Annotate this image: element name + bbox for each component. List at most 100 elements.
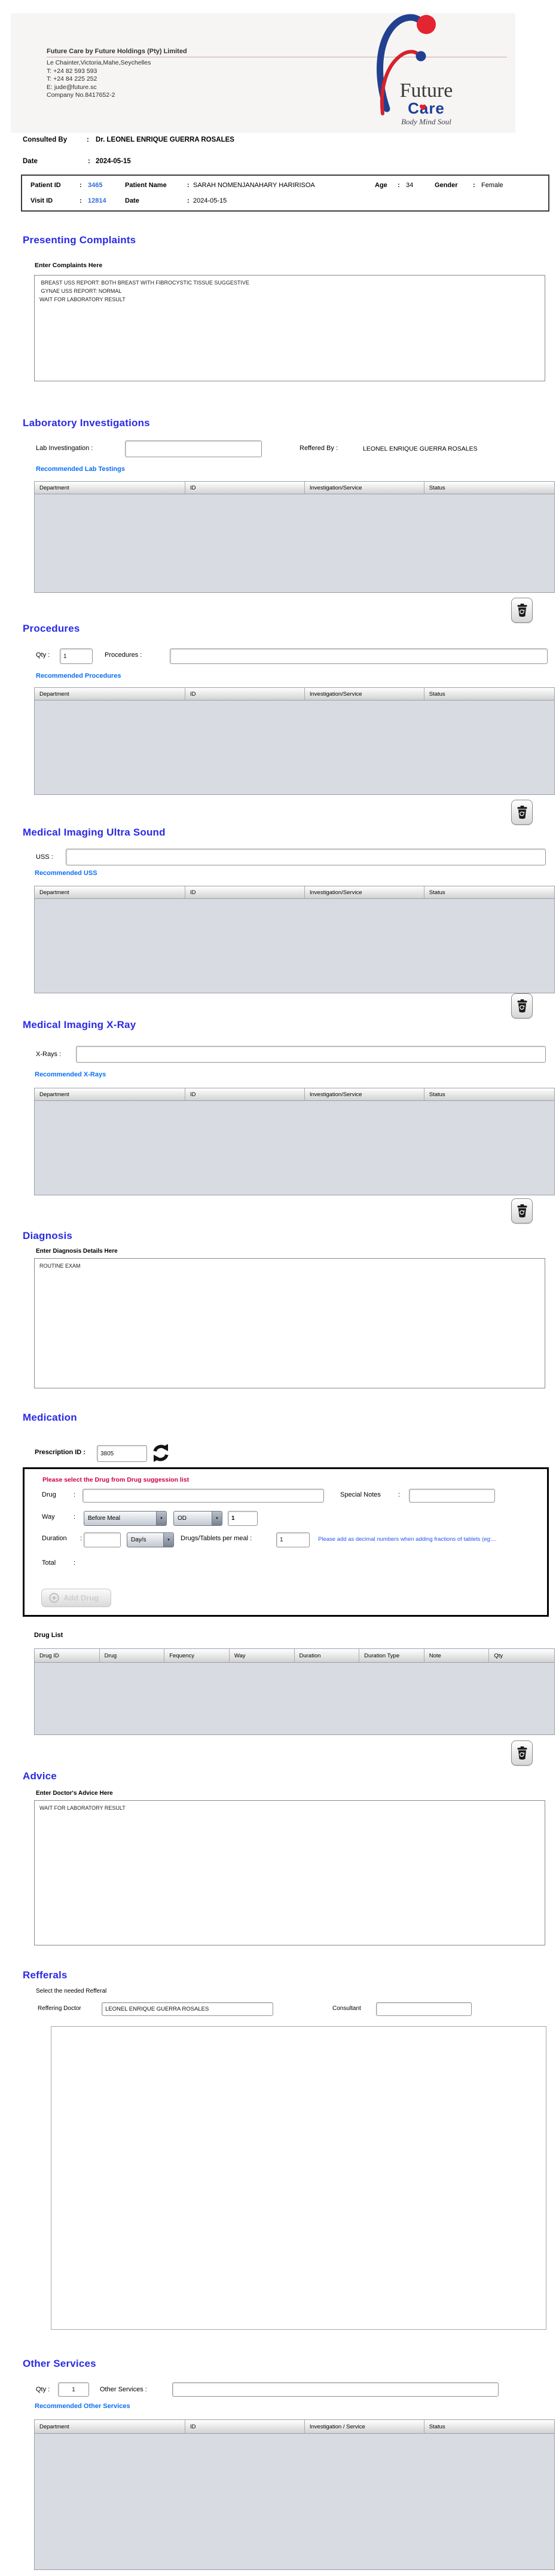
plus-circle-icon	[49, 1593, 59, 1603]
recommended-procedures-link[interactable]: Recommended Procedures	[36, 672, 121, 680]
procedures-qty-input[interactable]	[60, 648, 93, 664]
refresh-prescription-button[interactable]	[151, 1443, 172, 1464]
patient-id-label: Patient ID	[30, 182, 61, 189]
visit-date-label: Date	[125, 197, 139, 204]
diagnosis-textarea[interactable]: ROUTINE EXAM	[34, 1258, 545, 1388]
uss-table-header: Department ID Investigation/Service Stat…	[35, 886, 554, 899]
referral-listbox[interactable]	[51, 2026, 546, 2330]
column-header: Fequency	[164, 1649, 230, 1662]
duration-label: Duration	[42, 1535, 67, 1542]
frequency-dropdown[interactable]: OD ▼	[173, 1511, 222, 1526]
other-services-input[interactable]	[172, 2382, 499, 2397]
recommended-uss-link[interactable]: Recommended USS	[35, 870, 97, 877]
visit-id-colon: :	[80, 197, 82, 204]
patient-name-value: SARAH NOMENJANAHARY HARIRISOA	[193, 182, 315, 189]
chevron-down-icon: ▼	[212, 1512, 222, 1525]
column-header: Department	[35, 1088, 185, 1100]
xray-table-body	[35, 1101, 554, 1195]
prescription-id-input[interactable]	[97, 1445, 147, 1462]
recommended-xrays-link[interactable]: Recommended X-Rays	[35, 1071, 106, 1078]
xray-table: Department ID Investigation/Service Stat…	[34, 1088, 555, 1195]
column-header: Investigation/Service	[305, 886, 424, 898]
complaints-textarea[interactable]: BREAST USS REPORT: BOTH BREAST WITH FIBR…	[34, 275, 545, 381]
column-header: Status	[424, 688, 554, 700]
recommended-lab-testings-link[interactable]: Recommended Lab Testings	[36, 466, 125, 473]
visit-date-colon: :	[187, 197, 190, 204]
trash-icon	[517, 1746, 527, 1760]
lab-table: Department ID Investigation/Service Stat…	[34, 481, 555, 593]
patient-id-value: 3465	[88, 182, 102, 189]
duration-input[interactable]	[84, 1532, 121, 1547]
drug-list-table-header: Drug ID Drug Fequency Way Duration Durat…	[35, 1649, 554, 1663]
procedures-qty-label: Qty :	[36, 651, 50, 659]
duration-unit-dropdown[interactable]: Day/s ▼	[127, 1532, 174, 1547]
age-colon: :	[398, 182, 400, 189]
procedures-table: Department ID Investigation/Service Stat…	[34, 687, 555, 795]
drug-list-table: Drug ID Drug Fequency Way Duration Durat…	[34, 1648, 555, 1735]
referring-doctor-input[interactable]	[102, 2002, 273, 2016]
section-title-uss: Medical Imaging Ultra Sound	[23, 827, 166, 839]
frequency-qty-input[interactable]	[228, 1511, 258, 1526]
gender-value: Female	[481, 182, 503, 189]
column-header: Note	[424, 1649, 490, 1662]
column-header: ID	[185, 482, 305, 494]
consulted-by-label: Consulted By	[23, 136, 67, 143]
add-drug-label: Add Drug	[63, 1593, 99, 1602]
other-services-label: Other Services :	[100, 2386, 147, 2393]
referrals-subtitle: Select the needed Refferal	[36, 1988, 106, 1994]
section-title-xray: Medical Imaging X-Ray	[23, 1019, 136, 1031]
column-header: ID	[185, 886, 305, 898]
way-dropdown[interactable]: Before Meal ▼	[84, 1511, 167, 1526]
total-label: Total	[42, 1559, 56, 1567]
consultant-input[interactable]	[376, 2002, 472, 2016]
recommended-other-services-link[interactable]: Recommended Other Services	[35, 2403, 130, 2410]
drug-list-label: Drug List	[34, 1632, 63, 1639]
special-notes-input[interactable]	[409, 1489, 495, 1503]
column-header: Drug	[100, 1649, 165, 1662]
column-header: Status	[424, 1088, 554, 1100]
clear-xray-table-button[interactable]	[511, 1198, 533, 1223]
special-notes-label: Special Notes	[340, 1491, 381, 1498]
visit-date-value: 2024-05-15	[193, 197, 227, 204]
consulted-by-value: Dr. LEONEL ENRIQUE GUERRA ROSALES	[96, 136, 234, 143]
column-header: Status	[424, 482, 554, 494]
clear-procedures-table-button[interactable]	[511, 800, 533, 825]
drug-input[interactable]	[83, 1489, 324, 1503]
clear-lab-table-button[interactable]	[511, 598, 533, 623]
consultation-page: Future Care by Future Holdings (Pty) Lim…	[0, 0, 556, 2576]
uss-input[interactable]	[66, 849, 546, 865]
patient-name-label: Patient Name	[125, 182, 167, 189]
uss-table-body	[35, 899, 554, 993]
visit-id-value: 12814	[88, 197, 106, 204]
column-header: Duration Type	[359, 1649, 424, 1662]
uss-table: Department ID Investigation/Service Stat…	[34, 886, 555, 993]
duration-colon: :	[80, 1535, 82, 1542]
medication-entry-box: Please select the Drug from Drug suggess…	[23, 1467, 549, 1617]
add-drug-button[interactable]: Add Drug	[41, 1589, 111, 1607]
age-value: 34	[406, 182, 413, 189]
procedures-input[interactable]	[170, 648, 548, 664]
other-qty-input[interactable]	[58, 2382, 89, 2397]
diagnosis-label: Enter Diagnosis Details Here	[36, 1248, 118, 1255]
clear-drug-list-button[interactable]	[511, 1740, 533, 1766]
lab-investigation-input[interactable]	[125, 440, 262, 457]
procedures-label: Procedures :	[105, 651, 142, 659]
total-colon: :	[74, 1559, 75, 1567]
column-header: Investigation/Service	[305, 1088, 424, 1100]
way-dropdown-value: Before Meal	[84, 1512, 156, 1525]
uss-label: USS :	[36, 853, 53, 861]
complaints-label: Enter Complaints Here	[35, 262, 102, 269]
section-title-diagnosis: Diagnosis	[23, 1230, 72, 1242]
xray-input[interactable]	[76, 1046, 546, 1063]
visit-id-label: Visit ID	[30, 197, 53, 204]
section-title-medication: Medication	[23, 1412, 77, 1424]
clear-uss-table-button[interactable]	[511, 993, 533, 1018]
other-services-table: Department ID Investigation / Service St…	[34, 2419, 555, 2570]
advice-textarea[interactable]: WAIT FOR LABORATORY RESULT	[34, 1800, 545, 1945]
other-services-table-header: Department ID Investigation / Service St…	[35, 2420, 554, 2434]
column-header: Status	[424, 2420, 554, 2433]
drug-label: Drug	[42, 1491, 56, 1498]
per-meal-input[interactable]	[276, 1532, 310, 1547]
consult-date-value: 2024-05-15	[96, 158, 131, 165]
drug-colon: :	[74, 1491, 75, 1498]
